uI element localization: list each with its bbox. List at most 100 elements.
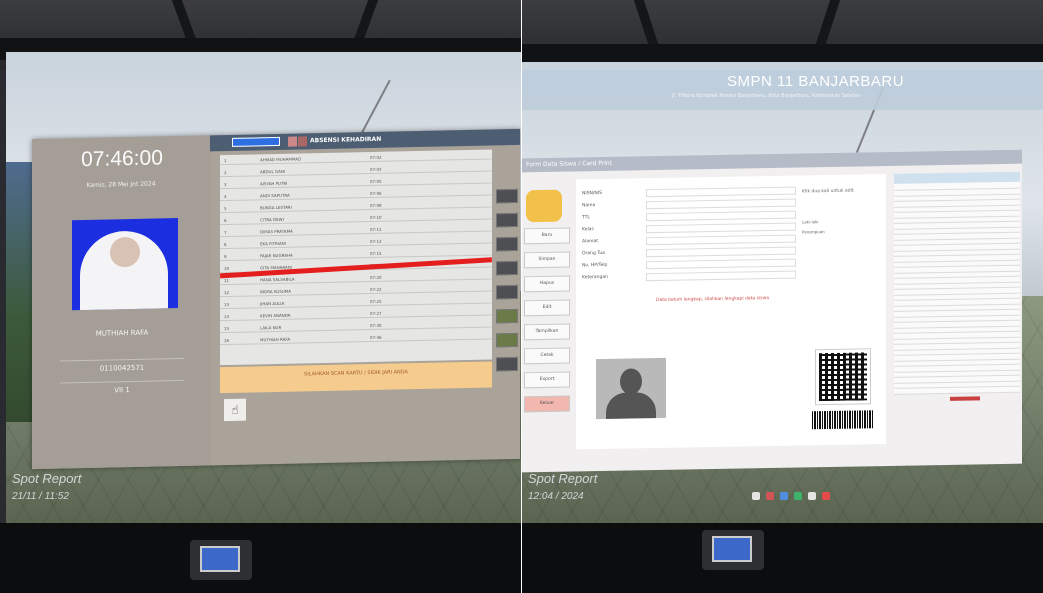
row-number: 10 [224,265,230,272]
student-name: MUTHIAH RAFA [95,328,149,338]
side-action-button[interactable] [496,332,518,348]
row-name: FAJAR NUGRAHA [260,252,293,259]
table-row[interactable]: 16 MUTHIAH RAFA 07:46 [220,331,492,346]
radio-male[interactable]: Laki-laki [802,218,872,227]
side-action-button[interactable] [496,356,518,372]
row-number: 1 [224,158,227,164]
scan-input[interactable] [232,136,280,147]
barcode [812,410,874,430]
form-field[interactable] [646,246,796,258]
row-time: 07:02 [370,154,382,161]
side-action-button[interactable] [496,188,518,204]
form-field[interactable] [646,198,796,210]
wallpaper-caption: Spot Report [528,471,598,486]
table-row[interactable]: 2 ABDUL GANI 07:03 [220,163,492,178]
side-action-button[interactable] [496,308,518,324]
menu-button[interactable]: Tampilkan [524,323,570,341]
menu-button[interactable]: Edit [524,299,570,317]
row-time: 07:25 [370,298,382,305]
table-row[interactable]: 5 BUNGA LESTARI 07:08 [220,199,492,214]
table-row[interactable]: 3 AISYAH PUTRI 07:05 [220,175,492,190]
row-name: AHMAD MUHAMMAD [260,156,302,163]
table-row[interactable] [894,387,1020,395]
taskbar-icon[interactable] [794,492,802,500]
row-number: 13 [224,301,230,308]
form-label: Alamat [582,239,598,245]
right-photo: SMPN 11 BANJARBARU Jl. Trikora Komplek P… [522,0,1043,593]
student-table[interactable] [894,171,1020,395]
row-number: 16 [224,337,230,344]
row-number: 3 [224,182,227,188]
menu-button[interactable]: Simpan [524,251,570,269]
table-row[interactable]: 7 DIMAS PRATAMA 07:11 [220,223,492,238]
app-icon [298,136,307,147]
menu-button[interactable]: Hapus [524,275,570,293]
form-label: Keterangan [582,274,608,281]
side-action-button[interactable] [496,212,518,228]
table-row[interactable]: 6 CITRA DEWI 07:10 [220,211,492,226]
table-row[interactable]: 14 KEVIN ANANDA 07:27 [220,307,492,322]
school-address: Jl. Trikora Komplek Pemko Banjarbaru, Ko… [672,93,861,99]
row-number: 9 [224,254,227,260]
row-number: 5 [224,206,227,212]
form-field[interactable] [646,258,796,270]
form-field[interactable] [646,234,796,246]
attendance-window: 07:46:00 Kamis, 28 Mei Jnt 2024 MUTHIAH … [32,128,520,470]
taskbar-icon[interactable] [780,492,788,500]
student-id: 0110042571 [60,357,184,374]
table-status-marker [950,396,980,401]
row-time: 07:13 [370,238,382,245]
side-action-button[interactable] [496,236,518,252]
form-field[interactable] [646,210,796,222]
table-row[interactable]: 13 JIHAN AULIA 07:25 [220,295,492,310]
row-number: 12 [224,289,230,296]
wallpaper-caption-sub: 12:04 / 2024 [528,491,584,502]
menu-button[interactable]: Keluar [524,395,570,413]
row-number: 14 [224,313,230,320]
wallpaper-caption: Spot Report [12,471,82,486]
taskbar-icon[interactable] [822,492,830,500]
table-row[interactable]: 8 EKA FITRIANI 07:13 [220,235,492,250]
row-name: DIMAS PRATAMA [260,228,293,235]
table-row[interactable]: 12 INDRA KUSUMA 07:22 [220,283,492,298]
row-name: BUNGA LESTARI [260,204,292,211]
taskbar-icon[interactable] [808,492,816,500]
form-field[interactable] [646,186,796,198]
form-field[interactable] [646,222,796,234]
form-hint: Klik dua kali untuk edit [802,188,854,195]
menu-button[interactable]: Baru [524,227,570,245]
row-time: 07:27 [370,310,382,317]
school-banner: SMPN 11 BANJARBARU Jl. Trikora Komplek P… [522,70,1043,110]
desk-device [190,540,252,580]
scan-notice: SILAHKAN SCAN KARTU / SIDIK JARI ANDA [220,361,492,394]
placeholder-head [620,368,642,395]
app-icon [288,136,297,147]
form-field[interactable] [646,270,796,282]
form-label: TTL [582,215,590,221]
menu-button[interactable]: Export [524,371,570,389]
student-photo-placeholder[interactable] [596,357,666,420]
taskbar-icon[interactable] [766,492,774,500]
form-label: Kelas [582,227,594,233]
row-number: 6 [224,218,227,224]
menu-button[interactable]: Cetak [524,347,570,365]
registration-window: Form Data Siswa / Card Print Baru Simpan H… [522,149,1022,473]
fingerprint-icon[interactable]: ☝ [224,398,246,422]
side-action-button[interactable] [496,284,518,300]
row-name: MUTHIAH RAFA [260,336,291,343]
row-name: KEVIN ANANDA [260,312,291,319]
table-row[interactable]: 1 AHMAD MUHAMMAD 07:02 [220,151,492,166]
table-row[interactable]: 4 ANDI SAPUTRA 07:06 [220,187,492,202]
side-action-button[interactable] [496,260,518,276]
table-row[interactable]: 15 LAILA NUR 07:30 [220,319,492,334]
monitor-screen: SMPN 11 BANJARBARU Jl. Trikora Komplek P… [522,62,1043,530]
placeholder-body [606,392,656,420]
left-photo: 07:46:00 Kamis, 28 Mei Jnt 2024 MUTHIAH … [0,0,521,593]
row-number: 7 [224,230,227,236]
radio-female[interactable]: Perempuan [802,228,872,237]
users-icon [526,189,562,223]
taskbar-icon[interactable] [752,492,760,500]
school-name: SMPN 11 BANJARBARU [727,73,905,90]
row-name: CITRA DEWI [260,216,284,223]
date-label: Kamis, 28 Mei Jnt 2024 [86,180,156,189]
